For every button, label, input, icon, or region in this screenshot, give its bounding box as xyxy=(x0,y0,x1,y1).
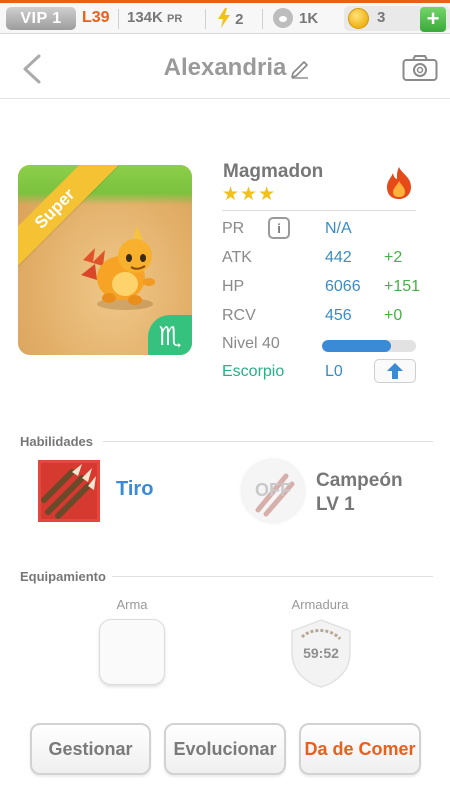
skill-off-label: OFF xyxy=(255,480,291,500)
stat-value: 456 xyxy=(325,307,352,324)
section-divider xyxy=(112,576,433,577)
lightning-icon xyxy=(218,8,230,28)
zodiac-level: L0 xyxy=(325,363,343,380)
stat-bonus: +2 xyxy=(384,249,403,266)
info-button[interactable]: i xyxy=(268,217,290,239)
power-value: 134K xyxy=(127,9,163,26)
magmadon-sprite-icon xyxy=(81,226,155,310)
level-progress-bar xyxy=(322,340,416,352)
stat-label: HP xyxy=(222,278,245,295)
coin-value: 3 xyxy=(377,9,386,26)
header-divider xyxy=(0,98,450,99)
feed-button[interactable]: Da de Comer xyxy=(299,723,421,775)
manage-button[interactable]: Gestionar xyxy=(30,723,151,775)
paw-counter[interactable]: 1K xyxy=(273,8,318,28)
vip-badge[interactable]: VIP 1 xyxy=(6,7,76,30)
paw-value: 1K xyxy=(299,10,319,27)
zodiac-label: Escorpio xyxy=(222,363,285,380)
add-currency-button[interactable]: + xyxy=(420,7,446,32)
energy-counter[interactable]: 2 xyxy=(217,8,244,28)
divider xyxy=(118,9,119,29)
skills-heading: Habilidades xyxy=(20,434,93,449)
stat-value: 6066 xyxy=(325,278,361,295)
monster-portrait[interactable]: Super ♏ xyxy=(18,165,192,355)
stat-value: N/A xyxy=(325,220,352,237)
skill-name-secondary: Campeón LV 1 xyxy=(316,469,403,517)
armor-slot[interactable]: 59:52 xyxy=(288,617,354,689)
armor-label: Armadura xyxy=(291,597,349,612)
stat-label: PR xyxy=(222,220,245,237)
energy-value: 2 xyxy=(235,11,244,28)
arrows-skill-icon[interactable] xyxy=(38,460,100,522)
equipment-heading: Equipamiento xyxy=(20,569,106,584)
player-level: L39 xyxy=(82,9,110,26)
stat-value: 442 xyxy=(325,249,352,266)
level-label: Nivel 40 xyxy=(222,335,280,352)
skill-name-line: Campeón xyxy=(316,470,403,491)
stat-bonus: +151 xyxy=(384,278,421,295)
divider xyxy=(205,9,206,29)
skill-level: LV 1 xyxy=(316,494,355,515)
divider xyxy=(262,9,263,29)
up-arrow-icon xyxy=(387,363,403,379)
skill-name-primary[interactable]: Tiro xyxy=(116,478,153,501)
champion-skill-button[interactable]: OFF xyxy=(242,460,304,522)
fire-element-icon xyxy=(387,167,411,199)
power-unit: PR xyxy=(167,13,183,25)
level-progress-fill xyxy=(322,340,391,352)
stat-label: RCV xyxy=(222,307,256,324)
weapon-slot[interactable] xyxy=(99,619,165,685)
paw-icon xyxy=(273,8,293,28)
name-divider xyxy=(222,210,416,211)
stat-label: ATK xyxy=(222,249,252,266)
upgrade-zodiac-button[interactable] xyxy=(374,359,416,383)
weapon-label: Arma xyxy=(116,597,148,612)
back-chevron-icon[interactable] xyxy=(20,54,44,84)
section-divider xyxy=(103,441,433,442)
pencil-icon[interactable] xyxy=(289,57,311,79)
coin-icon xyxy=(348,8,369,29)
monster-name: Magmadon xyxy=(223,161,324,182)
scorpio-icon: ♏ xyxy=(148,315,192,355)
camera-icon[interactable] xyxy=(402,54,438,82)
stat-bonus: +0 xyxy=(384,307,403,324)
page-title: Alexandria xyxy=(163,54,287,81)
evolve-button[interactable]: Evolucionar xyxy=(164,723,286,775)
player-power: 134K PR xyxy=(127,9,182,26)
status-bar-accent xyxy=(0,0,450,3)
status-bar: VIP 1 L39 134K PR 2 1K 3 + xyxy=(0,0,450,34)
star-rating: ★★★ xyxy=(222,184,277,205)
armor-timer: 59:52 xyxy=(303,645,339,661)
